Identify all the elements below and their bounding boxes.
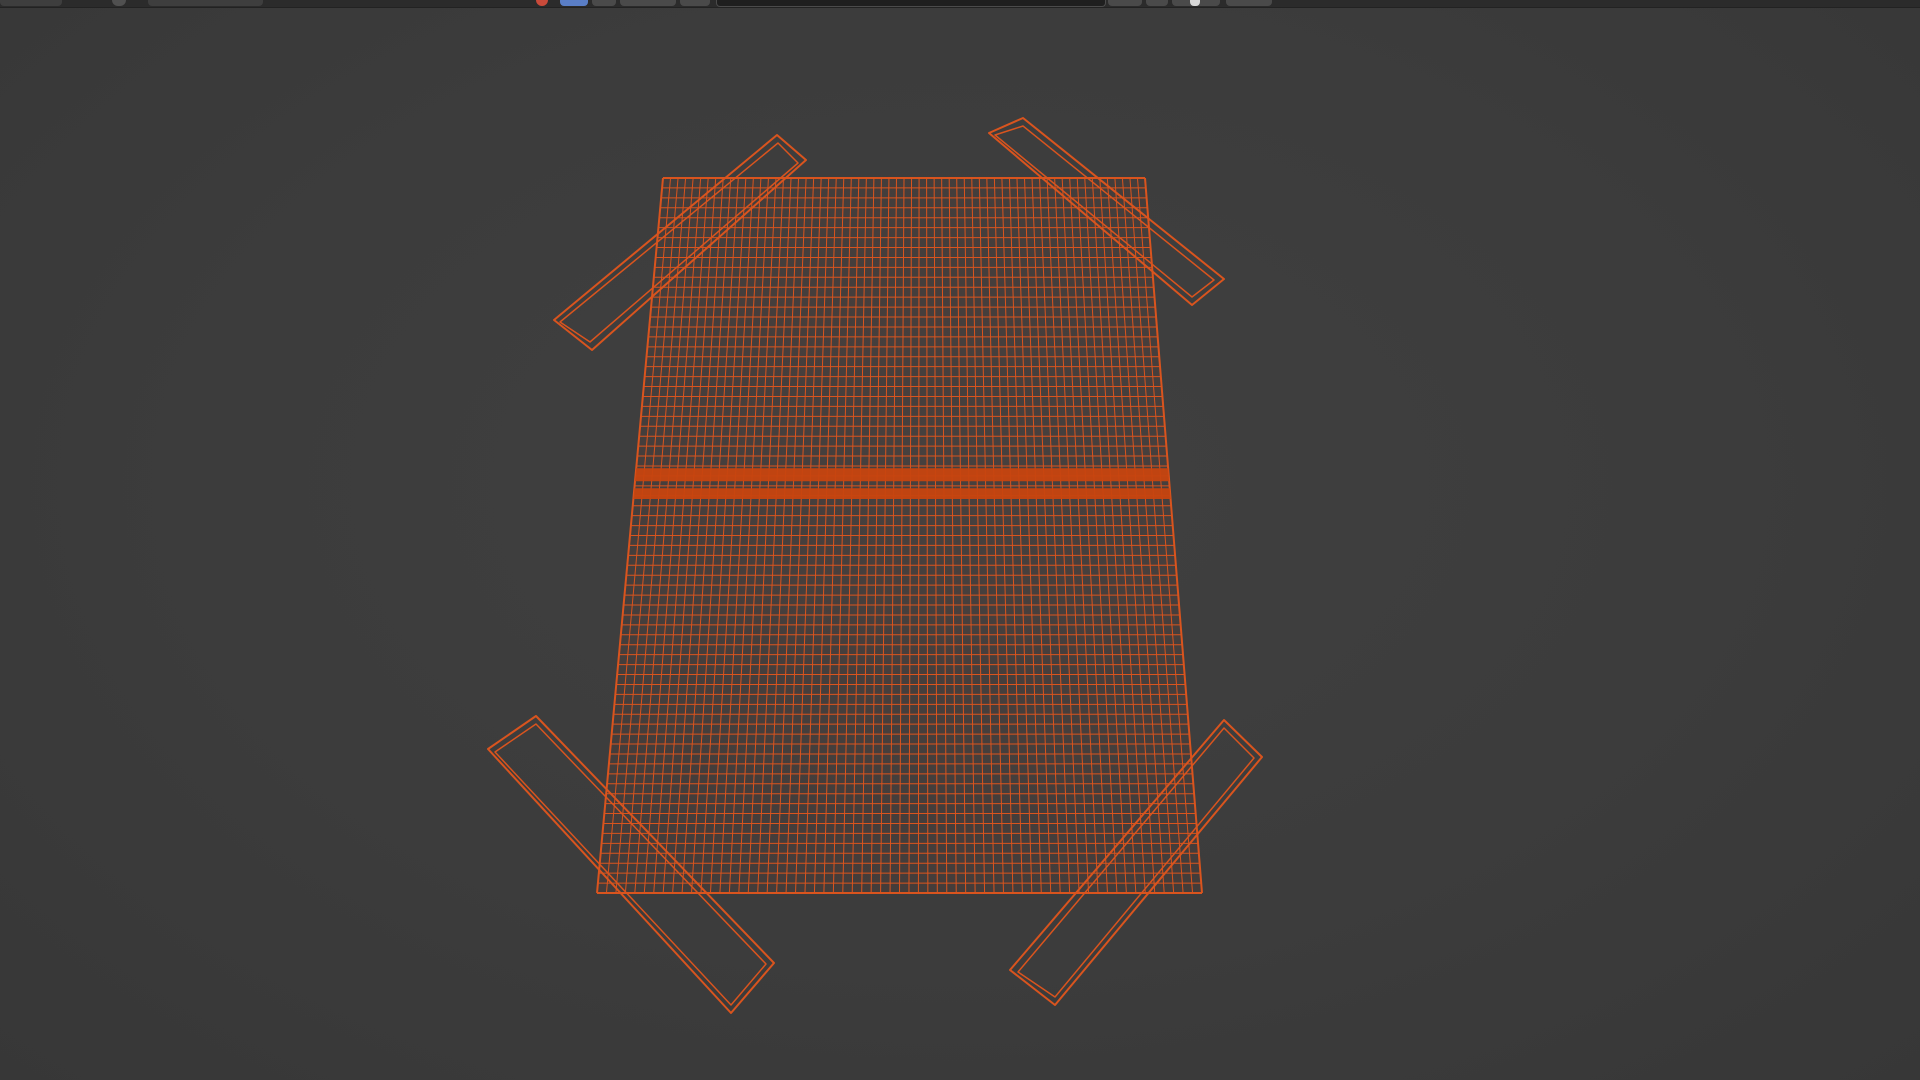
grid-plane[interactable] <box>596 177 1203 894</box>
scene-canvas[interactable] <box>0 0 1920 1080</box>
proportional-edit-button[interactable] <box>1108 0 1142 6</box>
record-icon[interactable] <box>536 0 548 6</box>
selected-edge-loop[interactable] <box>633 488 1171 499</box>
shading-dropdown[interactable] <box>1226 0 1272 6</box>
search-input[interactable] <box>716 0 1106 7</box>
mode-dropdown[interactable] <box>148 0 263 6</box>
xray-toggle-icon[interactable] <box>1190 0 1200 6</box>
viewport-header <box>0 0 1920 8</box>
3d-viewport[interactable] <box>0 0 1920 1080</box>
shading-icon[interactable] <box>680 0 710 6</box>
gizmo-toggle-button[interactable] <box>1146 0 1168 6</box>
editor-type-dropdown[interactable] <box>0 0 62 6</box>
selected-edge-loop[interactable] <box>635 468 1170 482</box>
view-mode-icon[interactable] <box>560 0 588 6</box>
overlay-icon[interactable] <box>592 0 616 6</box>
snap-toggle-button[interactable] <box>620 0 676 6</box>
editor-type-icon[interactable] <box>112 0 126 6</box>
